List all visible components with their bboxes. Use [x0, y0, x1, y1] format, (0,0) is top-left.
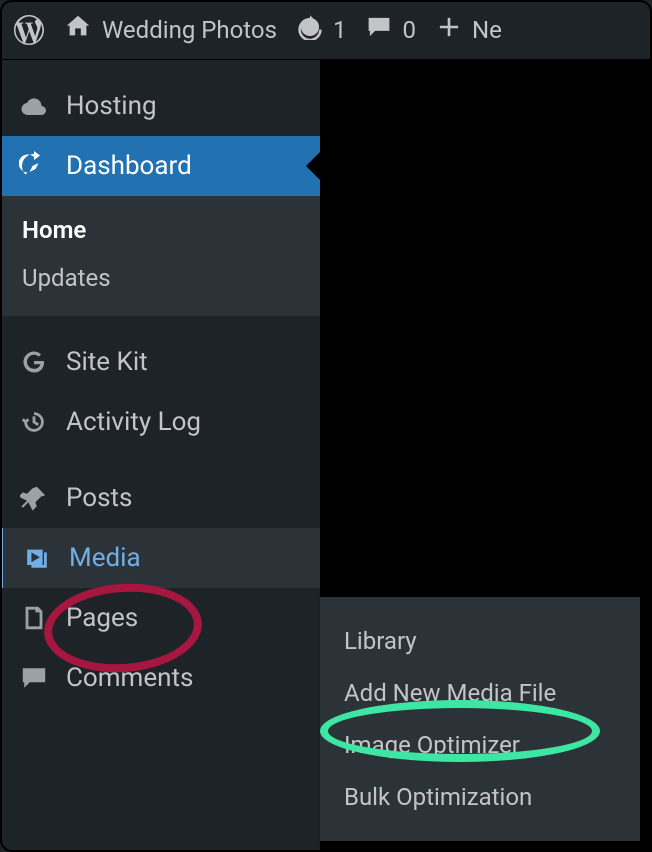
sidebar-item-pages[interactable]: Pages [0, 588, 320, 648]
submenu-item-updates[interactable]: Updates [0, 254, 320, 302]
flyout-item-add-new[interactable]: Add New Media File [320, 667, 640, 719]
updates-count: 1 [333, 16, 347, 44]
dashboard-submenu: Home Updates [0, 196, 320, 316]
flyout-item-image-optimizer[interactable]: Image Optimizer [320, 719, 640, 771]
media-flyout: Library Add New Media File Image Optimiz… [320, 597, 640, 841]
admin-sidebar: Hosting Dashboard Home Updates Site Kit … [0, 60, 320, 852]
sidebar-item-comments[interactable]: Comments [0, 648, 320, 708]
new-content-link[interactable]: Ne [436, 14, 502, 46]
updates-link[interactable]: 1 [297, 14, 347, 46]
pin-icon [18, 482, 50, 514]
sidebar-item-posts[interactable]: Posts [0, 468, 320, 528]
dashboard-icon [18, 150, 50, 182]
refresh-icon [297, 14, 323, 46]
sidebar-item-hosting[interactable]: Hosting [0, 76, 320, 136]
site-name: Wedding Photos [102, 16, 277, 44]
sidebar-item-sitekit[interactable]: Site Kit [0, 332, 320, 392]
history-icon [18, 406, 50, 438]
sidebar-item-label: Hosting [66, 91, 157, 121]
sitekit-icon [18, 346, 50, 378]
sidebar-item-label: Pages [66, 603, 138, 633]
comment-icon [366, 14, 392, 46]
flyout-item-library[interactable]: Library [320, 615, 640, 667]
pages-icon [18, 602, 50, 634]
sidebar-item-label: Activity Log [66, 407, 201, 437]
comments-count: 0 [402, 16, 416, 44]
plus-icon [436, 14, 462, 46]
sidebar-item-label: Comments [66, 663, 193, 693]
home-icon [64, 13, 92, 47]
media-icon [21, 542, 53, 574]
admin-bar: Wedding Photos 1 0 Ne [0, 0, 652, 60]
comments-link[interactable]: 0 [366, 14, 416, 46]
sidebar-item-activity[interactable]: Activity Log [0, 392, 320, 452]
sidebar-item-dashboard[interactable]: Dashboard [0, 136, 320, 196]
sidebar-item-label: Dashboard [66, 151, 192, 181]
new-label: Ne [472, 16, 502, 44]
sidebar-item-label: Posts [66, 483, 132, 513]
comment-icon [18, 662, 50, 694]
flyout-item-bulk-optimization[interactable]: Bulk Optimization [320, 771, 640, 823]
site-link[interactable]: Wedding Photos [64, 13, 277, 47]
submenu-item-home[interactable]: Home [0, 206, 320, 254]
sidebar-item-media[interactable]: Media [0, 528, 320, 588]
wordpress-logo-icon[interactable] [14, 15, 44, 45]
sidebar-item-label: Site Kit [66, 347, 148, 377]
sidebar-item-label: Media [69, 543, 141, 573]
cloud-icon [18, 90, 50, 122]
